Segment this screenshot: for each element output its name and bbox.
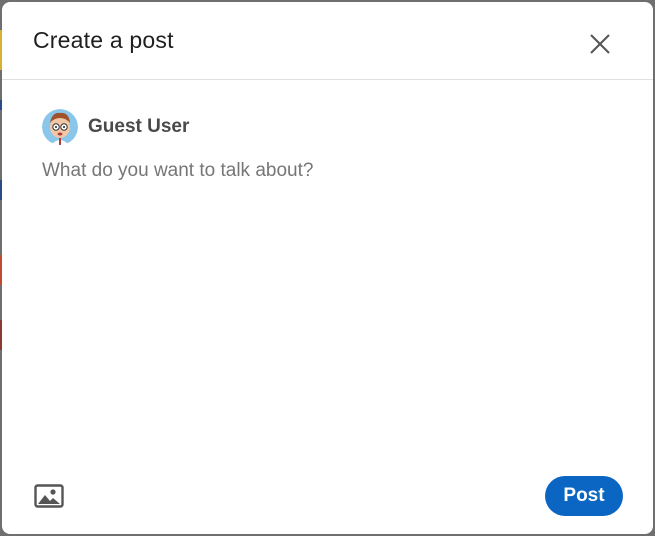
dialog-title: Create a post xyxy=(33,27,174,53)
add-media-button[interactable] xyxy=(32,481,66,511)
author-name: Guest User xyxy=(88,116,190,137)
dialog-header: Create a post xyxy=(2,2,653,80)
avatar-cartoon-icon xyxy=(42,109,78,145)
close-button[interactable] xyxy=(582,26,618,62)
close-icon xyxy=(590,34,610,54)
create-post-dialog: Create a post Guest User What do you wan… xyxy=(2,2,653,534)
post-text-input[interactable] xyxy=(42,160,612,440)
image-icon xyxy=(34,484,64,508)
avatar[interactable] xyxy=(42,109,78,145)
post-button[interactable]: Post xyxy=(545,476,623,516)
post-author[interactable]: Guest User xyxy=(42,106,189,148)
